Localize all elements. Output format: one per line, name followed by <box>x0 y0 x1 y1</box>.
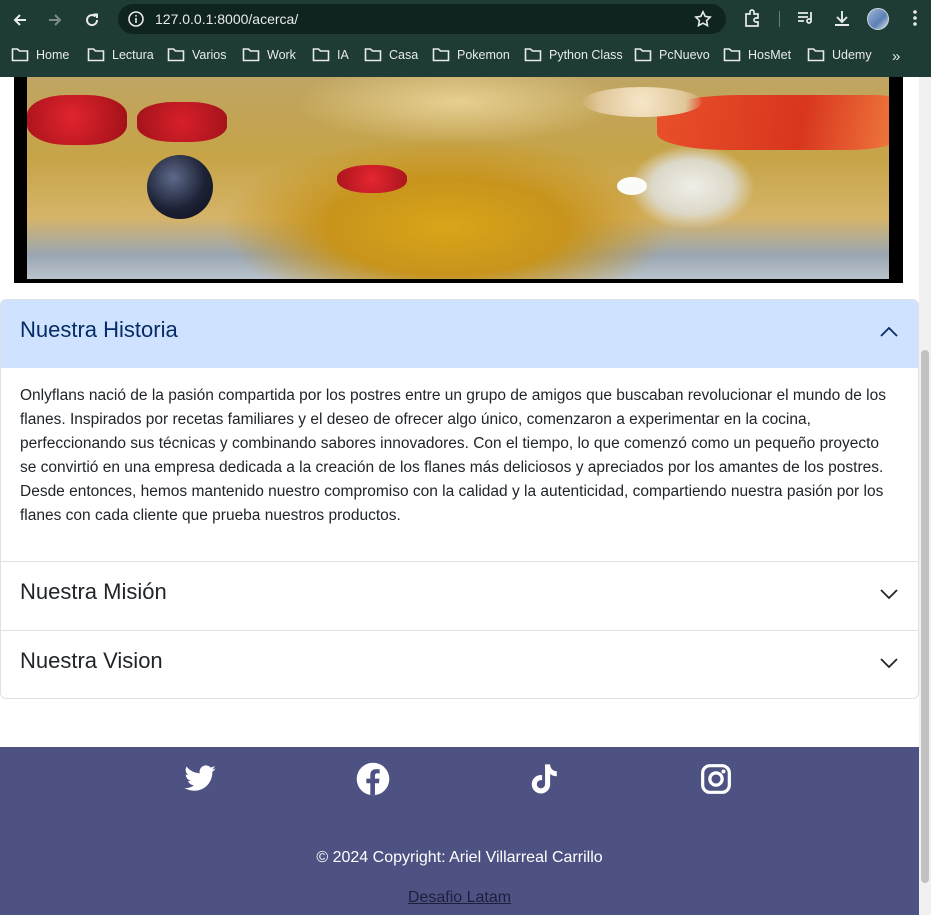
folder-icon <box>242 48 260 62</box>
accordion-header-historia[interactable]: Nuestra Historia <box>1 300 918 368</box>
desafio-latam-link[interactable]: Desafio Latam <box>408 889 511 906</box>
cream-shape <box>582 87 702 117</box>
bookmark-pokemon[interactable]: Pokemon <box>432 47 510 62</box>
footer: © 2024 Copyright: Ariel Villarreal Carri… <box>0 747 919 915</box>
folder-icon <box>87 48 105 62</box>
accordion-title: Nuestra Misión <box>20 579 167 604</box>
hero-image <box>14 77 903 283</box>
bookmark-label: Pokemon <box>457 47 510 62</box>
scrollbar-thumb[interactable] <box>921 350 929 883</box>
folder-icon <box>807 48 825 62</box>
download-icon[interactable] <box>832 8 852 28</box>
bookmark-label: Lectura <box>112 47 154 62</box>
bookmark-label: IA <box>337 47 349 62</box>
address-bar[interactable]: 127.0.0.1:8000/acerca/ <box>118 4 726 34</box>
bookmark-label: PcNuevo <box>659 47 710 62</box>
arrow-right-icon <box>49 14 62 26</box>
bookmarks-overflow-button[interactable]: » <box>892 48 900 65</box>
toolbar-separator <box>779 11 780 27</box>
bookmark-ia[interactable]: IA <box>312 47 349 62</box>
bookmark-work[interactable]: Work <box>242 47 296 62</box>
accordion-title: Nuestra Historia <box>20 317 178 342</box>
browser-chrome: 127.0.0.1:8000/acerca/ Home Lectura Varios… <box>0 0 931 77</box>
forward-button[interactable] <box>42 7 68 33</box>
profile-avatar[interactable] <box>867 8 889 30</box>
tiktok-icon <box>531 764 557 794</box>
accordion-header-mision[interactable]: Nuestra Misión <box>1 562 918 630</box>
folder-icon <box>11 48 29 62</box>
instagram-icon <box>701 764 731 794</box>
bookmark-casa[interactable]: Casa <box>364 47 418 62</box>
bookmark-udemy[interactable]: Udemy <box>807 47 872 62</box>
chevron-down-icon <box>880 658 898 669</box>
instagram-link[interactable] <box>700 762 734 796</box>
folder-icon <box>723 48 741 62</box>
bookmarks-bar: Home Lectura Varios Work IA Casa Pokemon Python… <box>0 40 931 72</box>
chevron-up-icon <box>880 326 898 337</box>
menu-kebab-icon[interactable] <box>905 8 925 28</box>
reading-list-icon[interactable] <box>796 8 816 28</box>
flan-photo <box>27 77 889 279</box>
twitter-link[interactable] <box>183 762 217 796</box>
folder-icon <box>167 48 185 62</box>
folder-icon <box>312 48 330 62</box>
strawberry-shape <box>137 102 227 142</box>
strawberry-shape <box>27 95 127 145</box>
browser-toolbar: 127.0.0.1:8000/acerca/ <box>0 0 931 38</box>
folder-icon <box>432 48 450 62</box>
strawberry-shape <box>337 165 407 193</box>
accordion-body-historia: Onlyflans nació de la pasión compartida … <box>20 387 886 524</box>
bookmark-pcnuevo[interactable]: PcNuevo <box>634 47 710 62</box>
bookmark-label: Varios <box>192 47 227 62</box>
chevron-down-icon <box>880 589 898 600</box>
bookmark-hosmet[interactable]: HosMet <box>723 47 791 62</box>
facebook-link[interactable] <box>356 762 390 796</box>
folder-icon <box>524 48 542 62</box>
bookmark-label: Udemy <box>832 47 872 62</box>
site-info-icon[interactable] <box>128 11 144 27</box>
bookmark-home[interactable]: Home <box>11 47 69 62</box>
bookmark-label: Home <box>36 47 70 62</box>
page-scrollbar[interactable] <box>919 77 931 915</box>
bookmark-python-class[interactable]: Python Class <box>524 47 623 62</box>
tiktok-link[interactable] <box>528 762 562 796</box>
accordion-title: Nuestra Vision <box>20 648 163 673</box>
twitter-icon <box>184 765 216 791</box>
blueberry-shape <box>147 155 213 219</box>
arrow-left-icon <box>13 14 26 26</box>
bookmark-star-icon[interactable] <box>694 10 712 28</box>
bookmark-label: Casa <box>389 47 419 62</box>
reload-button[interactable] <box>79 7 105 33</box>
back-button[interactable] <box>7 7 33 33</box>
bookmark-label: Python Class <box>549 47 623 62</box>
page-viewport: Nuestra Historia Onlyflans nació de la p… <box>0 77 919 915</box>
folder-icon <box>634 48 652 62</box>
bookmark-label: HosMet <box>748 47 792 62</box>
folder-icon <box>364 48 382 62</box>
extensions-icon[interactable] <box>743 8 763 28</box>
bookmark-lectura[interactable]: Lectura <box>87 47 154 62</box>
reload-icon <box>86 13 99 27</box>
bookmark-label: Work <box>267 47 296 62</box>
bookmark-varios[interactable]: Varios <box>167 47 227 62</box>
copyright-text: © 2024 Copyright: Ariel Villarreal Carri… <box>316 849 603 866</box>
accordion: Nuestra Historia Onlyflans nació de la p… <box>0 299 919 699</box>
accordion-header-vision[interactable]: Nuestra Vision <box>1 631 918 698</box>
highlight-shape <box>617 177 647 195</box>
facebook-icon <box>356 762 390 796</box>
url-text[interactable]: 127.0.0.1:8000/acerca/ <box>155 11 298 27</box>
